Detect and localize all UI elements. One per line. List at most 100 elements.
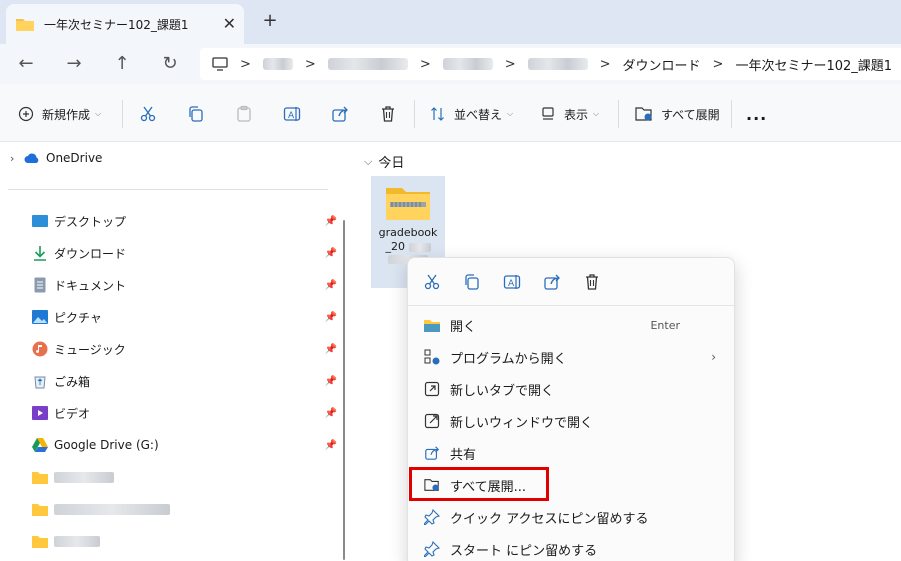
menu-item-label: クイック アクセスにピン留めする: [450, 511, 649, 527]
up-arrow-icon[interactable]: ↑: [110, 52, 134, 76]
nav-item-recycle-bin[interactable]: ごみ箱 📌: [32, 370, 337, 392]
video-icon: [32, 405, 48, 421]
nav-item-folder[interactable]: [32, 530, 337, 552]
rename-button[interactable]: A: [283, 102, 301, 126]
nav-item-videos[interactable]: ビデオ 📌: [32, 402, 337, 424]
pin-icon: [424, 509, 440, 525]
nav-item-folder[interactable]: [32, 498, 337, 520]
menu-item-share[interactable]: 共有: [408, 438, 734, 468]
command-bar: 新規作成 ⌵ A 並べ替え ⌵ 表示 ⌵ すべて展開 ...: [0, 84, 901, 142]
pin-icon[interactable]: 📌: [325, 216, 337, 227]
breadcrumb-current-folder[interactable]: 一年次セミナー102_課題1: [735, 55, 892, 74]
nav-item-label: デスクトップ: [54, 214, 127, 229]
menu-item-label: 新しいウィンドウで開く: [450, 415, 594, 431]
rename-icon: A: [283, 105, 301, 123]
nav-item-onedrive[interactable]: › OneDrive: [10, 147, 315, 169]
forward-arrow-icon[interactable]: →: [62, 52, 86, 76]
menu-item-label: 開く: [450, 319, 477, 335]
copy-icon: [187, 105, 205, 123]
close-icon[interactable]: ✕: [223, 14, 236, 33]
menu-item-label: 共有: [450, 447, 477, 463]
nav-item-pictures[interactable]: ピクチャ 📌: [32, 306, 337, 328]
pin-icon[interactable]: 📌: [325, 440, 337, 451]
nav-item-google-drive[interactable]: Google Drive (G:) 📌: [32, 434, 337, 456]
pin-icon[interactable]: 📌: [325, 280, 337, 291]
extract-folder-icon: [635, 106, 653, 122]
nav-item-label: ミュージック: [54, 342, 126, 357]
new-button-label: 新規作成: [42, 107, 91, 122]
breadcrumb-separator: >: [712, 56, 724, 72]
chevron-down-icon: ⌵: [364, 154, 373, 168]
copy-icon[interactable]: [462, 272, 482, 292]
pin-icon[interactable]: 📌: [325, 344, 337, 355]
tab-current[interactable]: 一年次セミナー102_課題1 ✕: [6, 4, 244, 44]
nav-item-downloads[interactable]: ダウンロード 📌: [32, 242, 337, 264]
sort-button[interactable]: 並べ替え ⌵: [430, 102, 513, 126]
toolbar-divider: [731, 100, 732, 128]
menu-item-open-new-window[interactable]: 新しいウィンドウで開く: [408, 406, 734, 436]
refresh-icon[interactable]: ↻: [158, 52, 182, 76]
breadcrumb-downloads[interactable]: ダウンロード: [623, 55, 701, 74]
pin-icon[interactable]: 📌: [325, 408, 337, 419]
menu-item-pin-start[interactable]: スタート にピン留めする: [408, 534, 734, 561]
group-header-label: 今日: [378, 156, 405, 171]
tab-title: 一年次セミナー102_課題1: [44, 17, 189, 32]
toolbar-divider: [122, 100, 123, 128]
nav-item-label: ビデオ: [54, 406, 91, 421]
more-options-button[interactable]: ...: [746, 102, 767, 126]
nav-item-folder[interactable]: [32, 466, 337, 488]
toolbar-divider: [618, 100, 619, 128]
menu-item-open-with[interactable]: プログラムから開く ›: [408, 342, 734, 372]
breadcrumb-redacted[interactable]: [442, 58, 493, 70]
shortcut-hint: Enter: [650, 318, 680, 332]
share-button[interactable]: [331, 102, 349, 126]
menu-separator: [408, 305, 734, 306]
breadcrumb-redacted[interactable]: [527, 58, 588, 70]
breadcrumb-separator: >: [599, 56, 611, 72]
pin-icon[interactable]: 📌: [325, 376, 337, 387]
pin-icon[interactable]: 📌: [325, 248, 337, 259]
nav-item-music[interactable]: ミュージック 📌: [32, 338, 337, 360]
trash-icon[interactable]: [582, 272, 602, 292]
share-icon[interactable]: [542, 272, 562, 292]
menu-item-open[interactable]: 開く Enter: [408, 310, 734, 340]
address-bar[interactable]: > > > > > ダウンロード > 一年次セミナー102_課題1: [200, 48, 901, 80]
delete-button[interactable]: [379, 102, 397, 126]
redacted-label: [408, 242, 431, 252]
desktop-icon: [32, 213, 48, 229]
nav-item-label: Google Drive (G:): [54, 438, 159, 452]
nav-item-desktop[interactable]: デスクトップ 📌: [32, 210, 337, 232]
rename-icon[interactable]: A: [502, 272, 522, 292]
menu-item-pin-quick-access[interactable]: クイック アクセスにピン留めする: [408, 502, 734, 532]
svg-text:A: A: [508, 279, 515, 289]
nav-item-documents[interactable]: ドキュメント 📌: [32, 274, 337, 296]
breadcrumb-separator: >: [304, 56, 316, 72]
extract-all-button[interactable]: すべて展開: [635, 102, 720, 126]
sort-icon: [430, 106, 446, 122]
music-icon: [32, 341, 48, 357]
scissors-icon[interactable]: [422, 272, 442, 292]
pin-icon: [424, 541, 440, 557]
paste-button[interactable]: [235, 102, 253, 126]
cut-button[interactable]: [139, 102, 157, 126]
computer-icon: [212, 56, 228, 72]
chevron-down-icon: ⌵: [593, 109, 600, 118]
toolbar-divider: [414, 100, 415, 128]
copy-button[interactable]: [187, 102, 205, 126]
context-quick-actions: A: [408, 268, 734, 296]
new-button[interactable]: 新規作成 ⌵: [18, 102, 101, 126]
view-button[interactable]: 表示 ⌵: [540, 102, 599, 126]
breadcrumb-redacted[interactable]: [262, 58, 293, 70]
new-tab-icon: [424, 381, 440, 397]
new-tab-button[interactable]: +: [260, 10, 280, 31]
breadcrumb-separator: >: [240, 56, 251, 72]
breadcrumb-redacted[interactable]: [327, 58, 408, 70]
scissors-icon: [139, 105, 157, 123]
nav-item-label: ダウンロード: [54, 246, 127, 261]
group-header-today[interactable]: ⌵ 今日: [364, 152, 405, 172]
back-arrow-icon[interactable]: ←: [14, 52, 38, 76]
nav-scrollbar[interactable]: [343, 220, 345, 560]
menu-item-open-new-tab[interactable]: 新しいタブで開く: [408, 374, 734, 404]
pin-icon[interactable]: 📌: [325, 312, 337, 323]
new-window-icon: [424, 413, 440, 429]
